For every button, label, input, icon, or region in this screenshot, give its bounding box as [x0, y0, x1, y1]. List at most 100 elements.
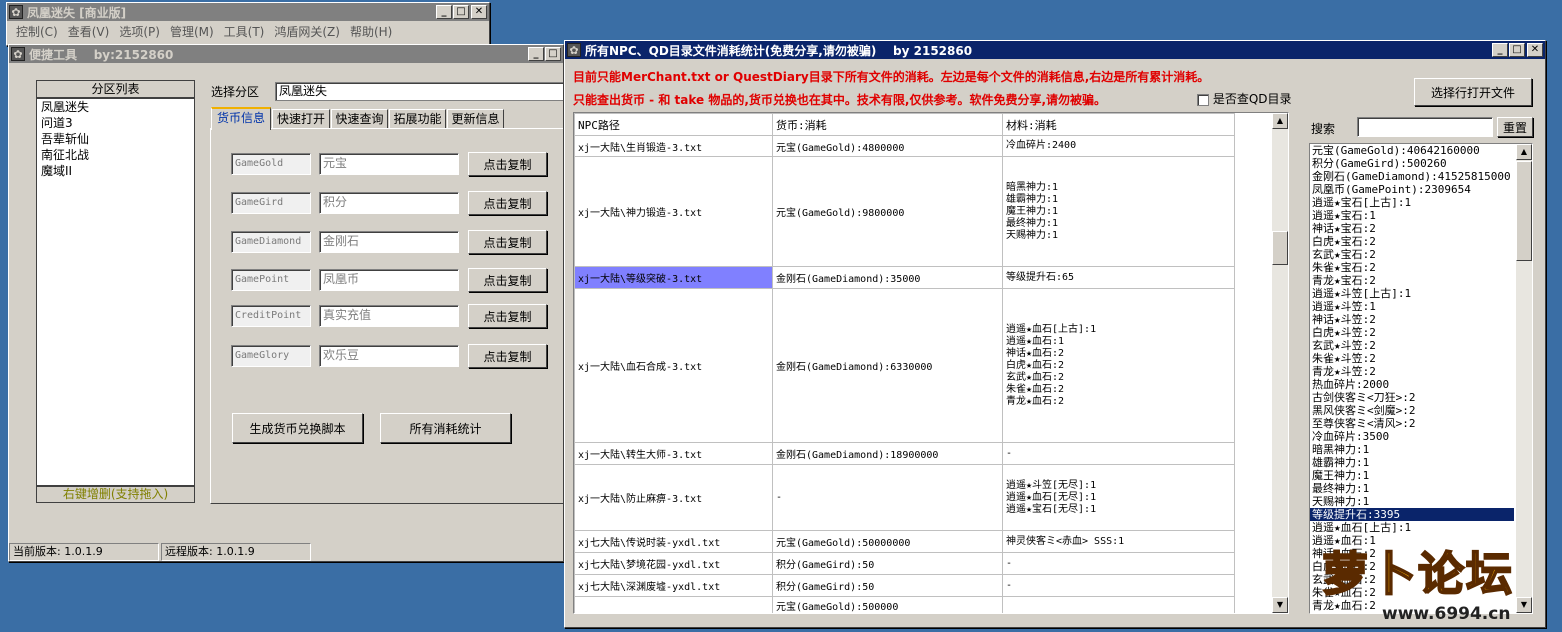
material-cost-cell[interactable]: 等级提升石:65: [1002, 266, 1235, 289]
table-row[interactable]: xj一大陆\防止麻痹-3.txt - 逍遥★斗笠[无尽]:1 逍遥★血石[无尽]:1 逍…: [574, 464, 1235, 531]
total-list-item[interactable]: 玄武★宝石:2: [1310, 248, 1514, 261]
npc-path-cell[interactable]: xj一大陆\防止麻痹-3.txt: [574, 464, 773, 531]
npc-table[interactable]: NPC路径 货币:消耗 材料:消耗 xj一大陆\生肖锻造-3.txt 元宝(GameG…: [573, 112, 1289, 614]
total-list-item[interactable]: 白虎★宝石:2: [1310, 235, 1514, 248]
table-row[interactable]: xj一大陆\血石合成-3.txt 金刚石(GameDiamond):6330000…: [574, 288, 1235, 443]
maximize-icon[interactable]: □: [453, 5, 469, 19]
currency-code-field[interactable]: GameDiamond: [231, 231, 311, 253]
total-list-item[interactable]: 青龙★斗笠:2: [1310, 365, 1514, 378]
table-row[interactable]: xj一大陆\神力锻造-3.txt 元宝(GameGold):9800000 暗黑神力…: [574, 156, 1235, 267]
currency-cost-cell[interactable]: 元宝(GameGold):4800000: [772, 135, 1003, 157]
currency-cost-cell[interactable]: 积分(GameGird):50: [772, 552, 1003, 575]
minimize-icon[interactable]: _: [1492, 43, 1508, 57]
tool-window-titlebar[interactable]: ✿ 便捷工具 by:2152860 _ □: [9, 45, 563, 63]
table-row[interactable]: xj一大陆\生肖锻造-3.txt 元宝(GameGold):4800000 冷血碎片…: [574, 135, 1235, 157]
currency-code-field[interactable]: CreditPoint: [231, 305, 311, 327]
currency-name-field[interactable]: 元宝: [319, 153, 459, 175]
npc-path-cell[interactable]: [574, 596, 773, 613]
npc-path-cell[interactable]: xj一大陆\血石合成-3.txt: [574, 288, 773, 443]
reset-button[interactable]: 重置: [1497, 117, 1533, 137]
total-list-item[interactable]: 天赐神力:1: [1310, 495, 1514, 508]
total-list-item[interactable]: 元宝(GameGold):40642160000: [1310, 144, 1514, 157]
currency-name-field[interactable]: 欢乐豆: [319, 345, 459, 367]
menu-item[interactable]: 查看(V): [63, 23, 115, 40]
menu-item[interactable]: 选项(P): [114, 23, 165, 40]
total-list-item[interactable]: 逍遥★宝石:1: [1310, 209, 1514, 222]
currency-cost-cell[interactable]: -: [772, 464, 1003, 531]
total-list-item[interactable]: 逍遥★宝石[上古]:1: [1310, 196, 1514, 209]
tab-quick-query[interactable]: 快速查询: [331, 109, 388, 129]
stats-window-titlebar[interactable]: ✿ 所有NPC、QD目录文件消耗统计(免费分享,请勿被骗) by 2152860…: [565, 41, 1545, 59]
currency-code-field[interactable]: GameGold: [231, 153, 311, 175]
currency-cost-cell[interactable]: 金刚石(GameDiamond):6330000: [772, 288, 1003, 443]
copy-button[interactable]: 点击复制: [468, 344, 547, 368]
menu-item[interactable]: 管理(M): [165, 23, 219, 40]
scroll-down-icon[interactable]: ▼: [1272, 597, 1288, 613]
total-list-item[interactable]: 魔王神力:1: [1310, 469, 1514, 482]
total-list-item[interactable]: 青龙★宝石:2: [1310, 274, 1514, 287]
currency-cost-cell[interactable]: 元宝(GameGold):500000: [772, 596, 1003, 613]
total-list-item[interactable]: 古剑侠客ミ<刀狂>:2: [1310, 391, 1514, 404]
table-scroll-thumb[interactable]: [1272, 231, 1288, 265]
close-icon[interactable]: ✕: [471, 5, 487, 19]
qd-checkbox-box[interactable]: [1197, 93, 1209, 106]
table-row[interactable]: xj七大陆\深渊废墟-yxdl.txt 积分(GameGird):50-: [574, 574, 1235, 597]
copy-button[interactable]: 点击复制: [468, 268, 547, 292]
currency-name-field[interactable]: 真实充值: [319, 305, 459, 327]
npc-path-cell[interactable]: xj一大陆\神力锻造-3.txt: [574, 156, 773, 267]
zone-select[interactable]: 凤凰迷失: [275, 82, 563, 101]
material-cost-cell[interactable]: -: [1002, 552, 1235, 575]
total-list-item[interactable]: 冷血碎片:3500: [1310, 430, 1514, 443]
menu-item[interactable]: 工具(T): [219, 23, 270, 40]
total-list-item[interactable]: 逍遥★斗笠[上古]:1: [1310, 287, 1514, 300]
currency-code-field[interactable]: GameGird: [231, 192, 311, 214]
total-list-item[interactable]: 黑风侠客ミ<剑魔>:2: [1310, 404, 1514, 417]
minimize-icon[interactable]: _: [436, 5, 452, 19]
npc-path-cell[interactable]: xj七大陆\深渊废墟-yxdl.txt: [574, 574, 773, 597]
all-stats-button[interactable]: 所有消耗统计: [380, 413, 511, 443]
table-row[interactable]: xj一大陆\转生大师-3.txt 金刚石(GameDiamond):1890000…: [574, 442, 1235, 465]
tab-quick-open[interactable]: 快速打开: [272, 109, 330, 129]
material-cost-cell[interactable]: 冷血碎片:2400: [1002, 135, 1235, 157]
maximize-icon[interactable]: □: [545, 47, 561, 61]
total-list-item[interactable]: 雄霸神力:1: [1310, 456, 1514, 469]
total-list-item[interactable]: 积分(GameGird):500260: [1310, 157, 1514, 170]
currency-cost-cell[interactable]: 元宝(GameGold):50000000: [772, 530, 1003, 553]
main-window-titlebar[interactable]: ✿ 凤凰迷失 [商业版] _ □ ✕: [7, 3, 489, 21]
currency-cost-cell[interactable]: 元宝(GameGold):9800000: [772, 156, 1003, 267]
total-list-item[interactable]: 至尊侠客ミ<清风>:2: [1310, 417, 1514, 430]
currency-code-field[interactable]: GamePoint: [231, 269, 311, 291]
currency-name-field[interactable]: 凤凰币: [319, 269, 459, 291]
total-list-item[interactable]: 神话★宝石:2: [1310, 222, 1514, 235]
menu-item[interactable]: 控制(C): [11, 23, 63, 40]
total-list-item[interactable]: 玄武★斗笠:2: [1310, 339, 1514, 352]
copy-button[interactable]: 点击复制: [468, 152, 547, 176]
zone-list-item[interactable]: 问道3: [37, 115, 194, 131]
currency-cost-cell[interactable]: 金刚石(GameDiamond):18900000: [772, 442, 1003, 465]
currency-code-field[interactable]: GameGlory: [231, 345, 311, 367]
currency-cost-cell[interactable]: 金刚石(GameDiamond):35000: [772, 266, 1003, 289]
currency-name-field[interactable]: 积分: [319, 192, 459, 214]
currency-cost-cell[interactable]: 积分(GameGird):50: [772, 574, 1003, 597]
minimize-icon[interactable]: _: [528, 47, 544, 61]
total-list-item[interactable]: 等级提升石:3395: [1310, 508, 1514, 521]
npc-path-cell[interactable]: xj一大陆\生肖锻造-3.txt: [574, 135, 773, 157]
zone-list-item[interactable]: 南征北战: [37, 147, 194, 163]
table-row[interactable]: xj一大陆\等级突破-3.txt 金刚石(GameDiamond):35000 等级…: [574, 266, 1235, 289]
material-cost-cell[interactable]: 神灵侠客ミ<赤血> SSS:1: [1002, 530, 1235, 553]
menu-item[interactable]: 鸿盾网关(Z): [269, 23, 345, 40]
tab-update-info[interactable]: 更新信息: [447, 109, 504, 129]
zone-list-item[interactable]: 魔域II: [37, 163, 194, 179]
table-row[interactable]: xj七大陆\梦境花园-yxdl.txt 积分(GameGird):50-: [574, 552, 1235, 575]
currency-name-field[interactable]: 金刚石: [319, 231, 459, 253]
close-icon[interactable]: ✕: [1527, 43, 1543, 57]
search-input[interactable]: [1357, 117, 1493, 137]
total-list-item[interactable]: 金刚石(GameDiamond):41525815000: [1310, 170, 1514, 183]
npc-path-cell[interactable]: xj七大陆\传说时装-yxdl.txt: [574, 530, 773, 553]
material-cost-cell[interactable]: 逍遥★斗笠[无尽]:1 逍遥★血石[无尽]:1 逍遥★宝石[无尽]:1: [1002, 464, 1235, 531]
total-list-item[interactable]: 暗黑神力:1: [1310, 443, 1514, 456]
column-header[interactable]: 材料:消耗: [1002, 113, 1235, 136]
zone-list-item[interactable]: 凤凰迷失: [37, 99, 194, 115]
material-cost-cell[interactable]: 逍遥★血石[上古]:1 逍遥★血石:1 神话★血石:2 白虎★血石:2 玄武★血石:2 朱…: [1002, 288, 1235, 443]
tab-currency-info[interactable]: 货币信息: [211, 107, 271, 130]
